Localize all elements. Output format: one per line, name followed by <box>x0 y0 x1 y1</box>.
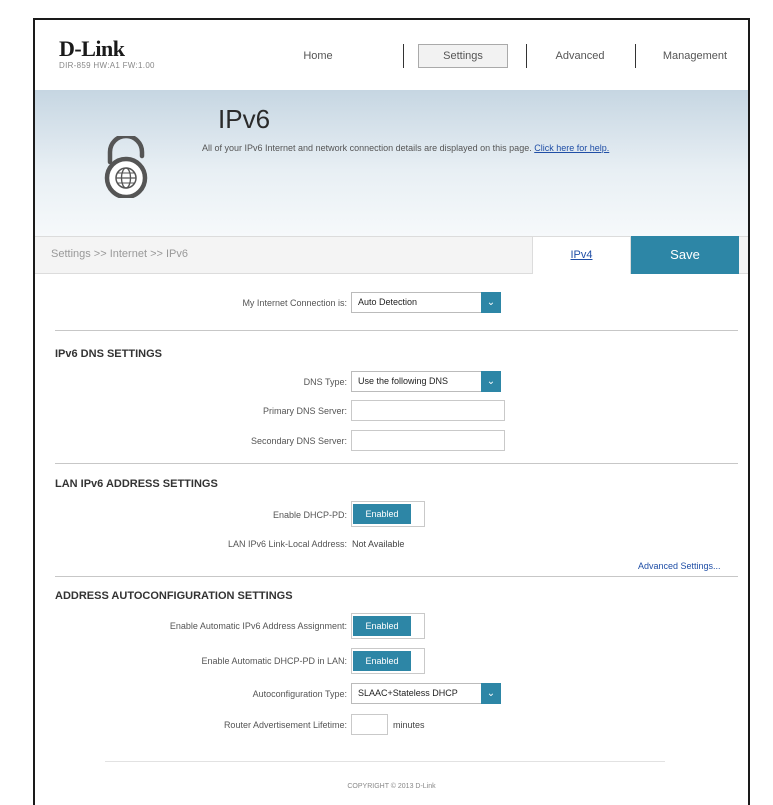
auto-dhcp-pd-label: Enable Automatic DHCP-PD in LAN: <box>201 656 347 666</box>
breadcrumb: Settings >> Internet >> IPv6 <box>51 248 188 260</box>
nav-management[interactable]: Management <box>645 44 745 68</box>
top-nav: Home Settings Advanced Management <box>35 44 748 68</box>
nav-settings[interactable]: Settings <box>418 44 508 68</box>
ra-lifetime-label: Router Advertisement Lifetime: <box>223 720 347 730</box>
copyright: COPYRIGHT © 2013 D-Link <box>347 783 436 790</box>
nav-separator <box>635 44 636 68</box>
dns-type-select[interactable]: Use the following DNS ⌄ <box>351 371 501 392</box>
nav-advanced[interactable]: Advanced <box>535 44 625 68</box>
page-banner: IPv6 All of your IPv6 Internet and netwo… <box>35 90 748 236</box>
nav-separator <box>403 44 404 68</box>
ra-lifetime-unit: minutes <box>393 720 425 730</box>
connection-label: My Internet Connection is: <box>242 298 347 308</box>
primary-dns-label: Primary DNS Server: <box>262 406 347 416</box>
dhcp-pd-state: Enabled <box>353 504 411 524</box>
auto-assign-state: Enabled <box>353 616 411 636</box>
ipv4-link[interactable]: IPv4 <box>532 237 631 274</box>
lan-section-title: LAN IPv6 ADDRESS SETTINGS <box>55 478 218 490</box>
section-divider <box>55 330 738 331</box>
page-description: All of your IPv6 Internet and network co… <box>202 143 609 153</box>
ra-lifetime-input[interactable] <box>351 714 388 735</box>
secondary-dns-input[interactable] <box>351 430 505 451</box>
dns-type-label: DNS Type: <box>303 377 347 387</box>
autoconf-section-title: ADDRESS AUTOCONFIGURATION SETTINGS <box>55 590 293 602</box>
nav-separator <box>526 44 527 68</box>
link-local-label: LAN IPv6 Link-Local Address: <box>227 539 347 549</box>
auto-dhcp-pd-toggle[interactable]: Enabled <box>351 648 425 674</box>
secondary-dns-label: Secondary DNS Server: <box>250 436 347 446</box>
nav-home[interactable]: Home <box>283 44 353 68</box>
lock-globe-icon <box>104 136 148 198</box>
help-link[interactable]: Click here for help. <box>534 143 609 153</box>
footer-divider <box>105 761 665 762</box>
connection-type-select[interactable]: Auto Detection ⌄ <box>351 292 501 313</box>
dhcp-pd-label: Enable DHCP-PD: <box>272 510 347 520</box>
advanced-settings-link[interactable]: Advanced Settings... <box>638 561 721 571</box>
connection-type-value: Auto Detection <box>358 297 418 307</box>
save-button[interactable]: Save <box>631 236 739 274</box>
chevron-down-icon[interactable]: ⌄ <box>481 292 501 313</box>
dhcp-pd-toggle[interactable]: Enabled <box>351 501 425 527</box>
section-divider <box>55 463 738 464</box>
dns-type-value: Use the following DNS <box>358 376 449 386</box>
auto-dhcp-pd-state: Enabled <box>353 651 411 671</box>
autoconf-type-value: SLAAC+Stateless DHCP <box>358 688 458 698</box>
section-divider <box>55 576 738 577</box>
auto-assign-toggle[interactable]: Enabled <box>351 613 425 639</box>
primary-dns-input[interactable] <box>351 400 505 421</box>
autoconf-type-label: Autoconfiguration Type: <box>252 689 347 699</box>
auto-assign-label: Enable Automatic IPv6 Address Assignment… <box>169 621 347 631</box>
breadcrumb-bar: Settings >> Internet >> IPv6 IPv4 Save <box>35 236 748 274</box>
router-admin-frame: D-Link DIR-859 HW:A1 FW:1.00 Home Settin… <box>33 18 750 805</box>
page-title: IPv6 <box>218 104 271 134</box>
chevron-down-icon[interactable]: ⌄ <box>481 371 501 392</box>
autoconf-type-select[interactable]: SLAAC+Stateless DHCP ⌄ <box>351 683 501 704</box>
link-local-value: Not Available <box>352 539 405 549</box>
description-text: All of your IPv6 Internet and network co… <box>202 143 532 153</box>
dns-section-title: IPv6 DNS SETTINGS <box>55 348 162 360</box>
chevron-down-icon[interactable]: ⌄ <box>481 683 501 704</box>
